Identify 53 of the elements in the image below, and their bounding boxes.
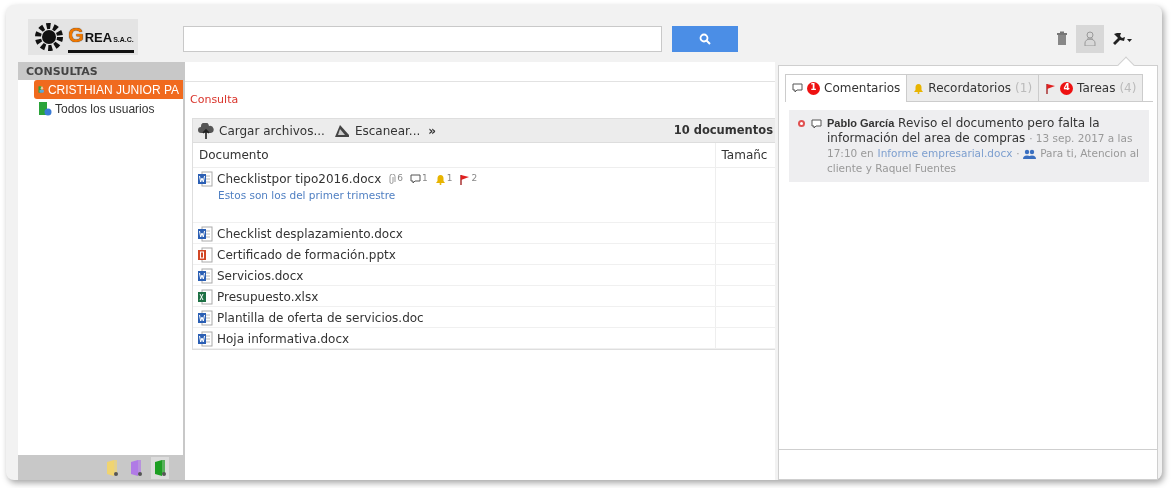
paperclip-icon <box>388 173 397 185</box>
document-note: Estos son los del primer trimestre <box>218 188 397 203</box>
upload-button[interactable]: Cargar archivos... <box>197 121 325 140</box>
comment-icon <box>410 174 421 184</box>
sidebar-item[interactable]: Todos los usuarios <box>34 99 183 118</box>
column-header[interactable]: Documento <box>193 143 715 168</box>
panel-tab[interactable]: 1 Comentarios <box>785 74 908 102</box>
comment-icon <box>792 83 803 93</box>
word-file-icon <box>197 225 213 242</box>
word-file-icon <box>197 330 213 347</box>
excel-file-icon <box>197 288 213 305</box>
column-header[interactable]: Tamañc <box>715 143 775 168</box>
folder-icon <box>154 458 166 477</box>
file-name[interactable]: Checklistpor tipo2016.docx <box>217 170 382 188</box>
file-name[interactable]: Servicios.docx <box>217 266 304 285</box>
section-label: Consulta <box>190 93 239 106</box>
word-file-icon <box>197 267 213 284</box>
count-badge: 1 <box>807 81 820 95</box>
wrench-icon <box>1111 31 1133 46</box>
sidebar-header: CONSULTAS <box>18 62 183 80</box>
flag-icon <box>1045 82 1057 94</box>
cloud-upload-icon <box>197 122 215 139</box>
powerpoint-file-icon <box>197 246 213 263</box>
flag-count: 2 <box>459 172 478 186</box>
bell-icon <box>434 173 446 185</box>
search-icon <box>699 32 711 45</box>
people-icon <box>1023 148 1037 159</box>
comment-icon <box>811 119 822 129</box>
word-file-icon <box>197 171 213 187</box>
more-button[interactable]: » <box>428 121 437 140</box>
flag-icon <box>459 173 471 185</box>
file-name[interactable]: Hoja informativa.docx <box>217 329 350 348</box>
user-icon <box>1083 31 1097 46</box>
file-name[interactable]: Presupuesto.xlsx <box>217 287 319 306</box>
comment-text: Pablo García Reviso el documento pero falta la información del area de compras · 13 sep. 2017 a las 17:10 en Informe empresarial.docx · Para ti, Atencion al cliente y Raquel Fuentes <box>827 116 1140 176</box>
search-field[interactable] <box>183 25 662 52</box>
comment-count: 1 <box>410 172 428 186</box>
document-count: 10 documentos <box>673 121 773 139</box>
file-name[interactable]: Certificado de formación.pptx <box>217 245 396 264</box>
scan-button[interactable]: Escanear... <box>332 121 421 140</box>
folder-icon <box>130 458 142 477</box>
count-badge: 4 <box>1060 81 1074 95</box>
users-icon <box>38 101 52 116</box>
bell-icon <box>913 82 925 94</box>
search-button[interactable] <box>672 25 738 52</box>
attachment-count: 6 <box>388 172 403 186</box>
word-file-icon <box>197 309 213 326</box>
file-name[interactable]: Plantilla de oferta de servicios.doc <box>217 308 424 327</box>
file-name[interactable]: Checklist desplazamiento.docx <box>217 224 403 243</box>
folder-button[interactable] <box>151 456 169 479</box>
trash-icon <box>1055 31 1069 46</box>
folder-icon <box>106 458 118 477</box>
bell-count: 1 <box>434 172 453 186</box>
